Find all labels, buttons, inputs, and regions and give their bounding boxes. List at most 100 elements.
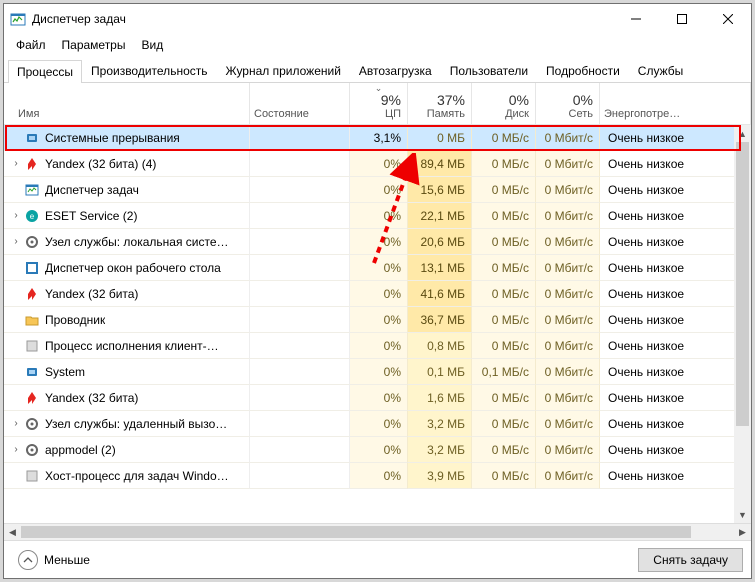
disk-cell: 0 МБ/с xyxy=(472,333,536,359)
power-cell: Очень низкое xyxy=(600,203,734,229)
tab-processes[interactable]: Процессы xyxy=(8,60,82,83)
table-row[interactable]: ›Yandex (32 бита) (4)0%89,4 МБ0 МБ/с0 Мб… xyxy=(4,151,734,177)
process-name: Процесс исполнения клиент-… xyxy=(45,339,219,353)
process-name-cell: Системные прерывания xyxy=(4,125,250,151)
table-row[interactable]: ›Узел службы: локальная систе…0%20,6 МБ0… xyxy=(4,229,734,255)
table-row[interactable]: Системные прерывания3,1%0 МБ0 МБ/с0 Мбит… xyxy=(4,125,734,151)
table-row[interactable]: Yandex (32 бита)0%41,6 МБ0 МБ/с0 Мбит/сО… xyxy=(4,281,734,307)
menu-view[interactable]: Вид xyxy=(133,36,171,54)
cpu-cell: 0% xyxy=(350,203,408,229)
tab-performance[interactable]: Производительность xyxy=(82,59,216,82)
process-name: Yandex (32 бита) xyxy=(45,391,138,405)
cpu-cell: 0% xyxy=(350,385,408,411)
header-memory[interactable]: 37% Память xyxy=(408,83,472,124)
tab-users[interactable]: Пользователи xyxy=(441,59,537,82)
process-name: Диспетчер окон рабочего стола xyxy=(45,261,221,275)
memory-cell: 15,6 МБ xyxy=(408,177,472,203)
cpu-cell: 0% xyxy=(350,307,408,333)
close-button[interactable] xyxy=(705,4,751,34)
status-cell xyxy=(250,385,350,411)
disk-cell: 0 МБ/с xyxy=(472,281,536,307)
scroll-thumb[interactable] xyxy=(736,142,749,426)
expand-icon[interactable]: › xyxy=(10,418,22,429)
process-name: Проводник xyxy=(45,313,105,327)
power-cell: Очень низкое xyxy=(600,463,734,489)
scroll-left-icon[interactable]: ◀ xyxy=(4,524,21,540)
menu-file[interactable]: Файл xyxy=(8,36,54,54)
status-cell xyxy=(250,177,350,203)
memory-cell: 22,1 МБ xyxy=(408,203,472,229)
tab-apphistory[interactable]: Журнал приложений xyxy=(217,59,350,82)
cpu-cell: 0% xyxy=(350,151,408,177)
table-row[interactable]: Yandex (32 бита)0%1,6 МБ0 МБ/с0 Мбит/сОч… xyxy=(4,385,734,411)
fewer-details-button[interactable]: Меньше xyxy=(12,547,96,573)
vertical-scrollbar[interactable]: ▲ ▼ xyxy=(734,125,751,523)
process-icon xyxy=(24,286,40,302)
table-row[interactable]: ›eESET Service (2)0%22,1 МБ0 МБ/с0 Мбит/… xyxy=(4,203,734,229)
network-cell: 0 Мбит/с xyxy=(536,437,600,463)
statusbar: Меньше Снять задачу xyxy=(4,540,751,578)
cpu-cell: 0% xyxy=(350,281,408,307)
disk-cell: 0 МБ/с xyxy=(472,125,536,151)
window-controls xyxy=(613,4,751,34)
expand-icon[interactable]: › xyxy=(10,210,22,221)
scroll-down-icon[interactable]: ▼ xyxy=(734,506,751,523)
process-icon xyxy=(24,156,40,172)
table-row[interactable]: Хост-процесс для задач Windo…0%3,9 МБ0 М… xyxy=(4,463,734,489)
cpu-cell: 0% xyxy=(350,229,408,255)
process-name: Хост-процесс для задач Windo… xyxy=(45,469,229,483)
table-row[interactable]: ›Узел службы: удаленный вызо…0%3,2 МБ0 М… xyxy=(4,411,734,437)
process-name-cell: ›Узел службы: удаленный вызо… xyxy=(4,411,250,437)
disk-cell: 0 МБ/с xyxy=(472,385,536,411)
table-row[interactable]: ›appmodel (2)0%3,2 МБ0 МБ/с0 Мбит/сОчень… xyxy=(4,437,734,463)
process-icon xyxy=(24,468,40,484)
table-row[interactable]: Диспетчер окон рабочего стола0%13,1 МБ0 … xyxy=(4,255,734,281)
status-cell xyxy=(250,255,350,281)
header-disk[interactable]: 0% Диск xyxy=(472,83,536,124)
process-name-cell: Проводник xyxy=(4,307,250,333)
tab-details[interactable]: Подробности xyxy=(537,59,629,82)
minimize-button[interactable] xyxy=(613,4,659,34)
process-icon xyxy=(24,416,40,432)
status-cell xyxy=(250,307,350,333)
network-cell: 0 Мбит/с xyxy=(536,229,600,255)
power-cell: Очень низкое xyxy=(600,281,734,307)
status-cell xyxy=(250,281,350,307)
expand-icon[interactable]: › xyxy=(10,236,22,247)
process-icon xyxy=(24,130,40,146)
scroll-up-icon[interactable]: ▲ xyxy=(734,125,751,142)
network-cell: 0 Мбит/с xyxy=(536,463,600,489)
header-name[interactable]: Имя xyxy=(4,83,250,124)
tab-services[interactable]: Службы xyxy=(629,59,692,82)
table-row[interactable]: System0%0,1 МБ0,1 МБ/с0 Мбит/сОчень низк… xyxy=(4,359,734,385)
task-manager-window: Диспетчер задач Файл Параметры Вид Проце… xyxy=(3,3,752,579)
power-cell: Очень низкое xyxy=(600,411,734,437)
process-table: Системные прерывания3,1%0 МБ0 МБ/с0 Мбит… xyxy=(4,125,751,523)
menu-options[interactable]: Параметры xyxy=(54,36,134,54)
expand-icon[interactable]: › xyxy=(10,158,22,169)
process-name: Диспетчер задач xyxy=(45,183,139,197)
power-cell: Очень низкое xyxy=(600,229,734,255)
scroll-right-icon[interactable]: ▶ xyxy=(734,524,751,540)
header-network[interactable]: 0% Сеть xyxy=(536,83,600,124)
header-status[interactable]: Состояние xyxy=(250,83,350,124)
hscroll-thumb[interactable] xyxy=(21,526,691,538)
horizontal-scrollbar[interactable]: ◀ ▶ xyxy=(4,523,751,540)
header-power[interactable]: Энергопотре… xyxy=(600,83,751,124)
process-icon xyxy=(24,260,40,276)
network-cell: 0 Мбит/с xyxy=(536,177,600,203)
end-task-button[interactable]: Снять задачу xyxy=(638,548,743,572)
memory-cell: 3,2 МБ xyxy=(408,411,472,437)
header-cpu[interactable]: ⌄ 9% ЦП xyxy=(350,83,408,124)
maximize-button[interactable] xyxy=(659,4,705,34)
process-name: Yandex (32 бита) (4) xyxy=(45,157,156,171)
memory-cell: 3,9 МБ xyxy=(408,463,472,489)
expand-icon[interactable]: › xyxy=(10,444,22,455)
fewer-details-label: Меньше xyxy=(44,553,90,567)
table-row[interactable]: Проводник0%36,7 МБ0 МБ/с0 Мбит/сОчень ни… xyxy=(4,307,734,333)
cpu-cell: 0% xyxy=(350,333,408,359)
table-row[interactable]: Диспетчер задач0%15,6 МБ0 МБ/с0 Мбит/сОч… xyxy=(4,177,734,203)
tab-startup[interactable]: Автозагрузка xyxy=(350,59,441,82)
table-row[interactable]: Процесс исполнения клиент-…0%0,8 МБ0 МБ/… xyxy=(4,333,734,359)
network-cell: 0 Мбит/с xyxy=(536,359,600,385)
